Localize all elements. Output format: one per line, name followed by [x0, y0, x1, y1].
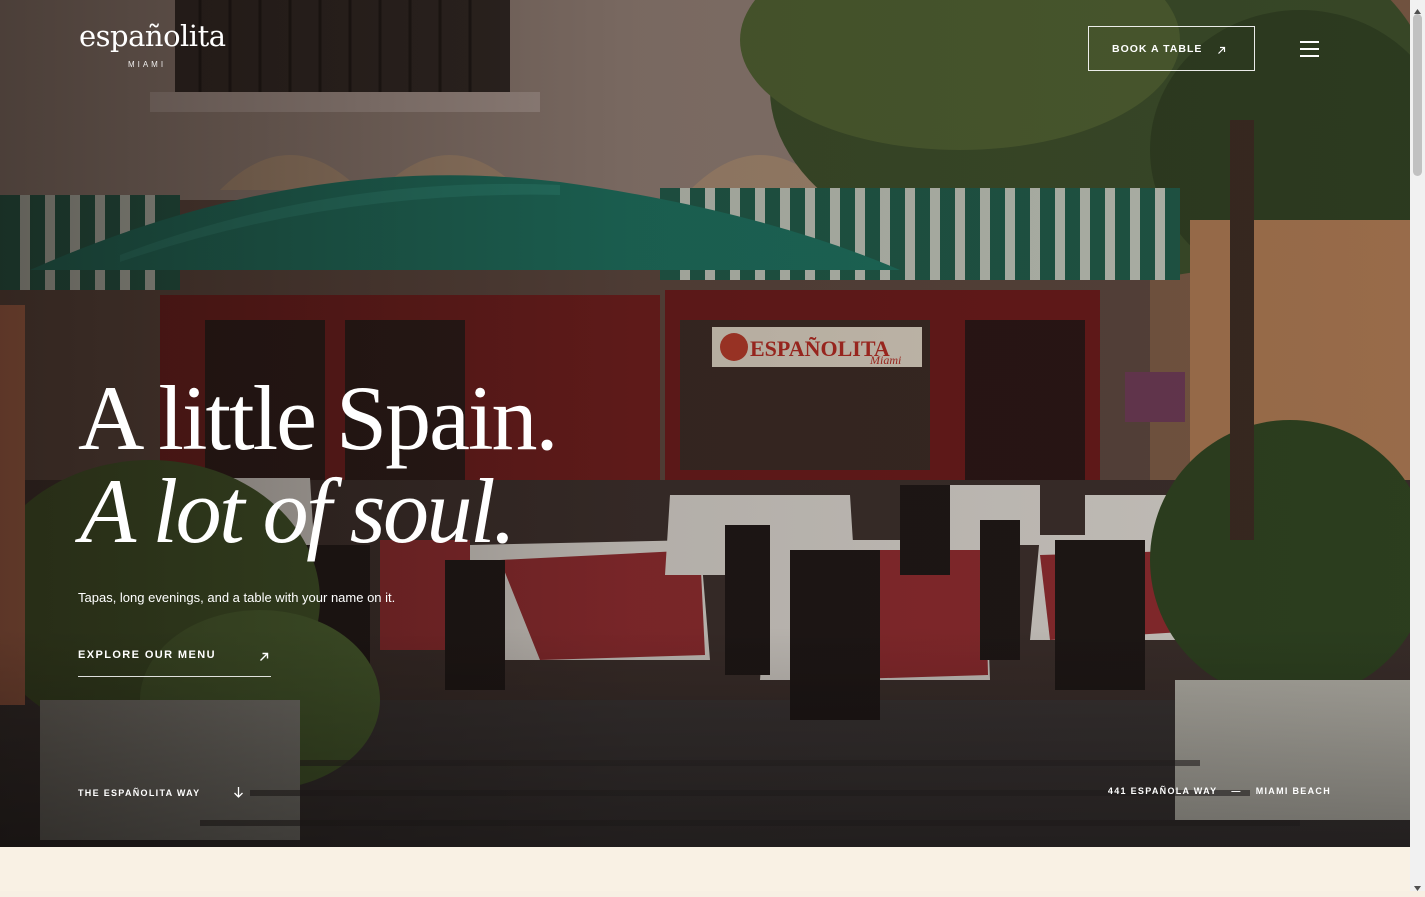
- address-line: 441 ESPAÑOLA WAY — MIAMI BEACH: [1108, 786, 1331, 796]
- explore-menu-link[interactable]: EXPLORE OUR MENU: [78, 641, 271, 677]
- espanolita-way-link[interactable]: THE ESPAÑOLITA WAY: [78, 786, 244, 800]
- address-city: MIAMI BEACH: [1255, 786, 1331, 796]
- logo-wordmark: españolita: [79, 19, 226, 53]
- storefront-sign-text: ESPAÑOLITA: [750, 336, 890, 361]
- site-logo[interactable]: españolita MIAMI: [79, 19, 226, 70]
- hero-headline-line1: A little Spain.: [78, 367, 559, 469]
- logo-location: MIAMI: [127, 60, 167, 69]
- address-street: 441 ESPAÑOLA WAY: [1107, 786, 1218, 796]
- arrow-up-right-icon: [1217, 42, 1226, 60]
- arrow-down-icon: [233, 786, 244, 800]
- hero-tagline: Tapas, long evenings, and a table with y…: [78, 590, 396, 605]
- scroll-up-icon[interactable]: [1413, 3, 1422, 14]
- next-section: [0, 847, 1410, 891]
- espanolita-way-label: THE ESPAÑOLITA WAY: [78, 788, 201, 798]
- book-a-table-button[interactable]: BOOK A TABLE: [1088, 26, 1255, 71]
- hero-headline-line2: A lot of soul.: [80, 460, 516, 562]
- book-a-table-label: BOOK A TABLE: [1112, 42, 1203, 55]
- scroll-down-icon[interactable]: [1413, 879, 1422, 891]
- address-separator: —: [1231, 786, 1242, 796]
- storefront-sign-sub: Miami: [869, 353, 901, 367]
- menu-icon[interactable]: [1300, 41, 1320, 57]
- arrow-up-right-icon: [259, 649, 269, 667]
- scrollbar-thumb[interactable]: [1413, 14, 1422, 176]
- explore-menu-label: EXPLORE OUR MENU: [78, 649, 216, 661]
